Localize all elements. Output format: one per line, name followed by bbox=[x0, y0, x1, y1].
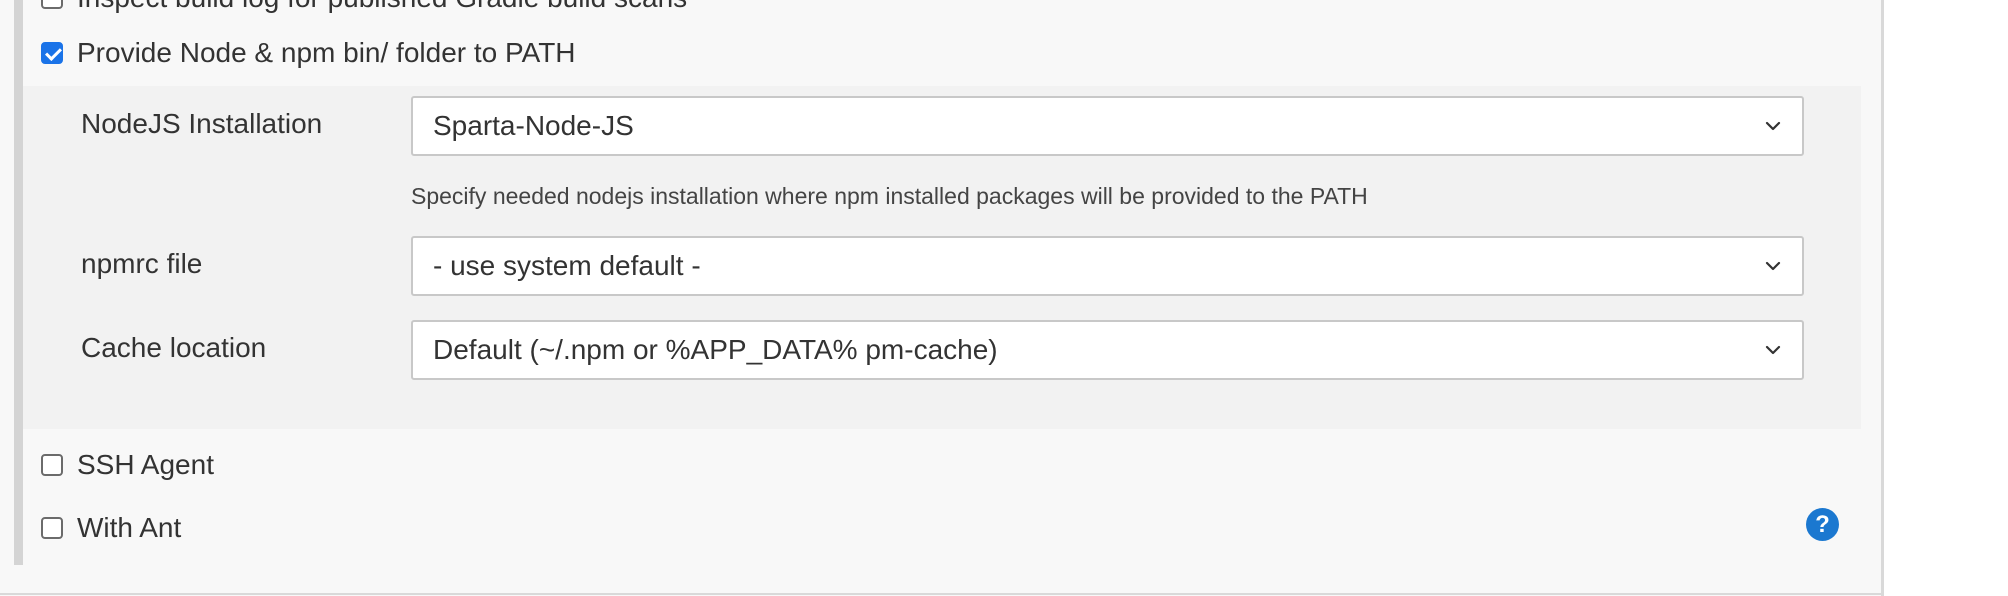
nodejs-settings-panel: NodeJS Installation Sparta-Node-JS Speci… bbox=[23, 86, 1861, 429]
chevron-down-icon bbox=[1765, 261, 1781, 271]
nodejs-installation-label: NodeJS Installation bbox=[81, 108, 323, 139]
inspect-build-log-checkbox[interactable] bbox=[41, 0, 63, 9]
panel-bottom-border bbox=[0, 593, 1884, 595]
provide-node-label: Provide Node & npm bin/ folder to PATH bbox=[77, 37, 576, 68]
inspect-build-log-label: Inspect build log for published Gradle b… bbox=[77, 0, 687, 14]
with-ant-option[interactable]: With Ant bbox=[41, 512, 181, 544]
ssh-agent-checkbox[interactable] bbox=[41, 454, 63, 476]
cache-location-select[interactable]: Default (~/.npm or %APP_DATA% pm-cache) bbox=[411, 320, 1804, 380]
panel-right-border bbox=[1881, 0, 1884, 596]
question-circle-icon[interactable]: ? bbox=[1806, 508, 1839, 541]
npmrc-file-value: - use system default - bbox=[433, 250, 701, 281]
with-ant-checkbox[interactable] bbox=[41, 517, 63, 539]
with-ant-label: With Ant bbox=[77, 512, 182, 543]
section-left-bar bbox=[14, 0, 23, 565]
chevron-down-icon bbox=[1765, 345, 1781, 355]
inspect-build-log-option[interactable]: Inspect build log for published Gradle b… bbox=[41, 0, 687, 14]
ssh-agent-option[interactable]: SSH Agent bbox=[41, 449, 214, 481]
ssh-agent-label: SSH Agent bbox=[77, 449, 214, 480]
provide-node-option[interactable]: Provide Node & npm bin/ folder to PATH bbox=[41, 37, 576, 69]
chevron-down-icon bbox=[1765, 121, 1781, 131]
nodejs-installation-help-text: Specify needed nodejs installation where… bbox=[411, 183, 1368, 209]
cache-location-label: Cache location bbox=[81, 332, 267, 363]
nodejs-installation-select[interactable]: Sparta-Node-JS bbox=[411, 96, 1804, 156]
cache-location-value: Default (~/.npm or %APP_DATA% pm-cache) bbox=[433, 334, 998, 365]
npmrc-file-label: npmrc file bbox=[81, 248, 203, 279]
npmrc-file-select[interactable]: - use system default - bbox=[411, 236, 1804, 296]
build-environment-section: Inspect build log for published Gradle b… bbox=[0, 0, 2008, 596]
nodejs-installation-value: Sparta-Node-JS bbox=[433, 110, 634, 141]
provide-node-checkbox[interactable] bbox=[41, 42, 63, 64]
